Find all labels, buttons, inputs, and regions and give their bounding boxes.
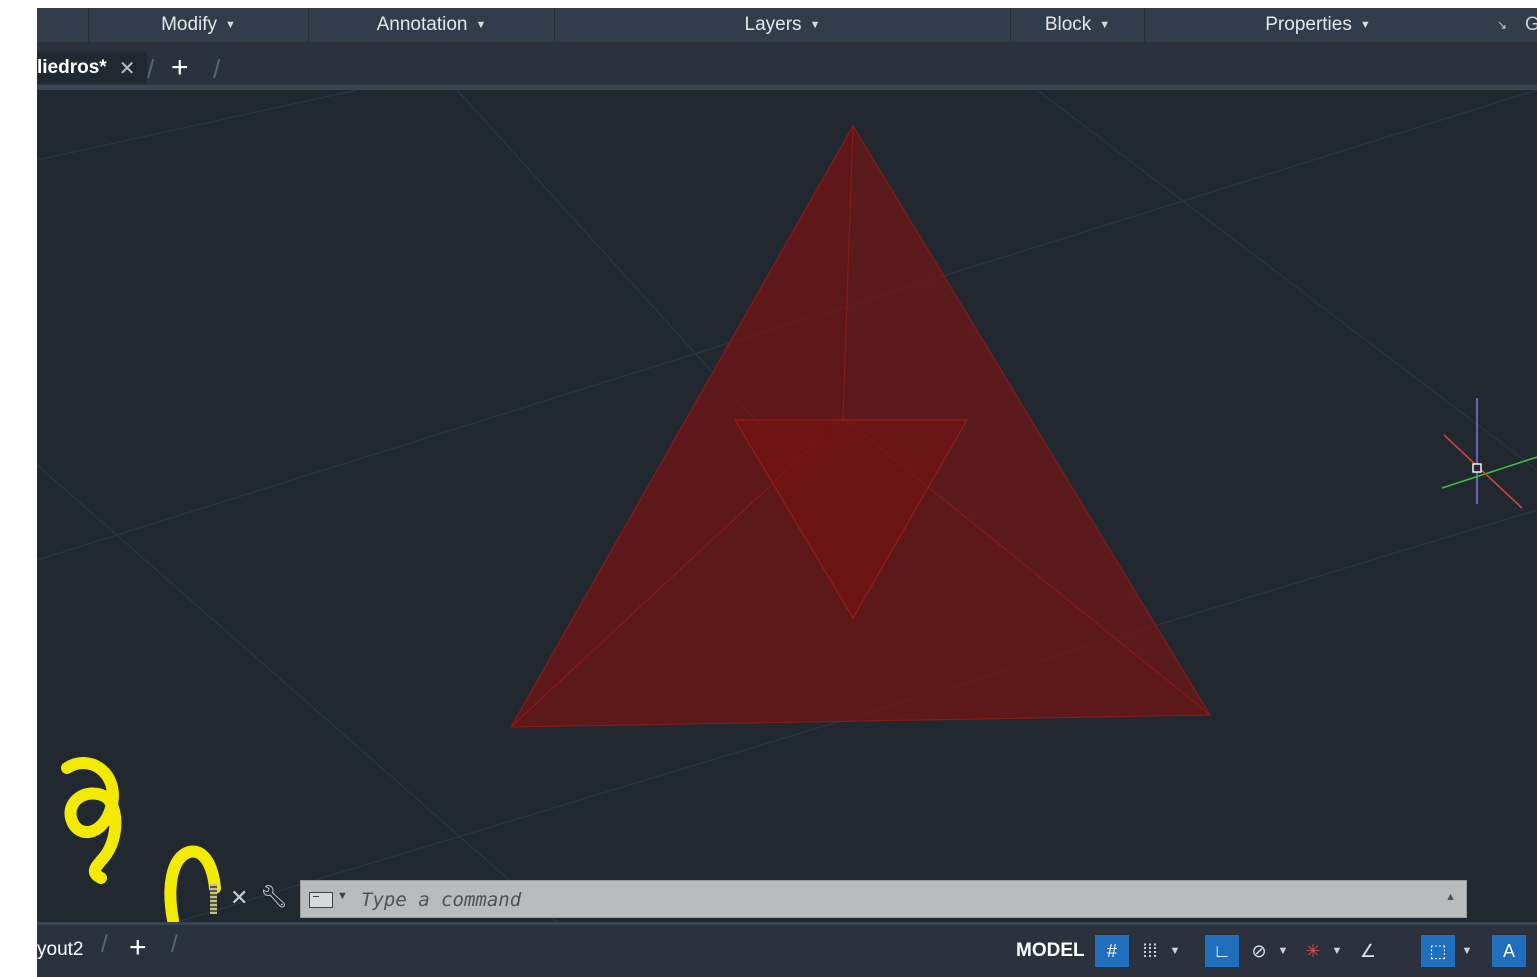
object-snap-icon[interactable]: ⬚ (1421, 935, 1455, 967)
object-snap-tracking-icon[interactable]: ✳ (1299, 935, 1327, 967)
ribbon-panel-label: Properties (1265, 14, 1352, 35)
chevron-down-icon[interactable]: ▼ (1167, 935, 1183, 967)
viewport-canvas[interactable] (37, 90, 1537, 922)
chevron-down-icon[interactable]: ▼ (1459, 935, 1475, 967)
panel-launcher-arrow-icon[interactable]: ↘ (1492, 8, 1512, 42)
grid-line (37, 90, 358, 161)
chevron-up-icon[interactable]: ▲ (1445, 891, 1456, 903)
command-line: ✕ 🔧︎ ▼ Type a command ▲ (202, 878, 1467, 920)
dynamic-ucs-angle-icon[interactable]: ∠ (1353, 935, 1383, 967)
model-space-button[interactable]: MODEL (1012, 936, 1089, 966)
ribbon-panel-properties[interactable]: Properties ▼ (1145, 8, 1491, 42)
chevron-down-icon[interactable]: ▼ (1275, 935, 1291, 967)
ribbon-panel-bar: Modify ▼ Annotation ▼ Layers ▼ Block ▼ P… (37, 8, 1537, 42)
caret-down-icon: ▼ (809, 19, 821, 31)
caret-down-icon: ▼ (1359, 19, 1371, 31)
ribbon-panel-annotation[interactable]: Annotation ▼ (309, 8, 555, 42)
ribbon-panel-label: Annotation (376, 14, 468, 35)
ribbon-panel-label: Block (1044, 14, 1092, 35)
command-input[interactable]: ▼ Type a command ▲ (300, 880, 1467, 918)
ribbon-panel-truncated-label[interactable]: G (1525, 8, 1537, 42)
ribbon-panel-label: Layers (744, 14, 802, 35)
wrench-icon[interactable]: 🔧︎ (260, 884, 288, 910)
file-tab-active[interactable]: liedros* ✕ (37, 52, 148, 84)
tab-divider: / (147, 54, 155, 84)
snap-mode-icon[interactable]: ⁞⁞⁞ (1137, 935, 1163, 967)
caret-down-icon: ▼ (475, 19, 487, 31)
status-bar: yout2 / + / MODEL # ⁞⁞⁞ ▼ ∟ ⊘ ▼ ✳ ▼ ∠ ⬚ … (37, 922, 1537, 977)
tab-divider: / (171, 931, 178, 958)
polar-tracking-icon[interactable]: ⊘ (1245, 935, 1273, 967)
drawing-viewport[interactable] (37, 90, 1537, 922)
command-placeholder: Type a command (361, 889, 522, 911)
plus-icon[interactable]: + (171, 53, 189, 83)
close-icon[interactable]: ✕ (119, 56, 136, 81)
grid-icon[interactable]: # (1095, 935, 1129, 967)
grid-line (1036, 90, 1537, 471)
command-prompt-icon[interactable] (309, 892, 333, 908)
ortho-icon[interactable]: ∟ (1205, 935, 1239, 967)
caret-down-icon: ▼ (1099, 19, 1111, 31)
ribbon-panel-truncated[interactable] (37, 8, 89, 42)
caret-down-icon: ▼ (225, 19, 236, 31)
ribbon-panel-layers[interactable]: Layers ▼ (555, 8, 1011, 42)
handwriting-stroke (61, 757, 122, 884)
chevron-down-icon[interactable]: ▼ (1329, 935, 1345, 967)
layout-tab[interactable]: yout2 (37, 939, 83, 961)
ucs-crosshair-icon (1441, 398, 1537, 509)
close-icon[interactable]: ✕ (230, 885, 248, 911)
autocad-window: Modify ▼ Annotation ▼ Layers ▼ Block ▼ P… (37, 8, 1537, 977)
annotation-scale-icon[interactable]: A (1492, 935, 1526, 967)
plus-icon[interactable]: + (129, 933, 147, 963)
tetrahedron-solid (509, 124, 1212, 728)
tab-divider: / (101, 931, 108, 958)
tab-divider: / (213, 54, 221, 84)
ribbon-panel-block[interactable]: Block ▼ (1011, 8, 1145, 42)
file-tab-bar: liedros* ✕ / + / (37, 42, 1537, 90)
ribbon-panel-label: Modify (161, 14, 218, 35)
command-line-grip[interactable] (210, 884, 217, 914)
caret-down-icon[interactable]: ▼ (337, 890, 348, 902)
file-tab-label: liedros* (37, 57, 107, 78)
ribbon-panel-modify[interactable]: Modify ▼ (89, 8, 309, 42)
